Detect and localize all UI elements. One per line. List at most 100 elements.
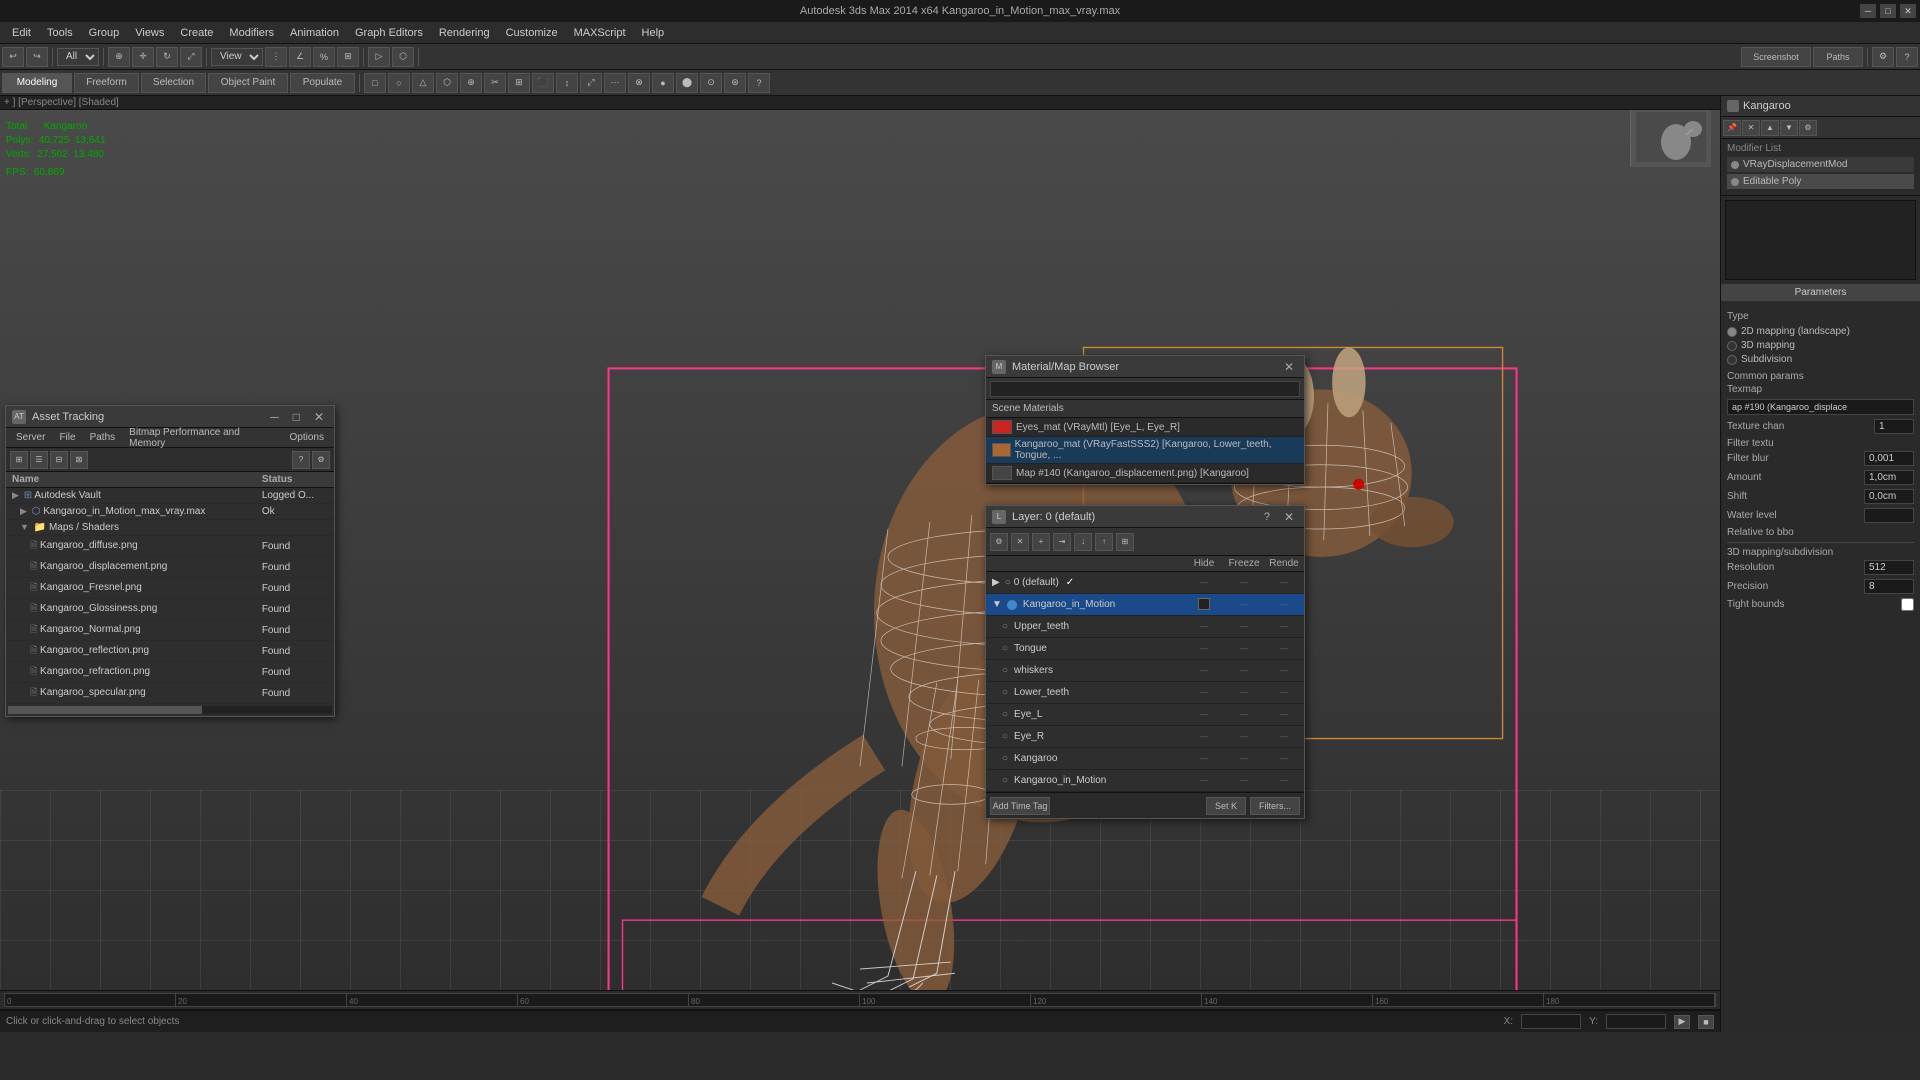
menu-edit[interactable]: Edit (4, 25, 39, 41)
at-tb-2[interactable]: ☰ (30, 451, 48, 469)
help-icon-button[interactable]: ? (1896, 47, 1918, 67)
mb-header[interactable]: M Material/Map Browser ✕ (986, 356, 1304, 378)
model-tool-2[interactable]: ○ (388, 73, 410, 93)
lm-close[interactable]: ✕ (1280, 510, 1298, 524)
lm-tb-settings[interactable]: ⚙ (990, 533, 1008, 551)
settings-button[interactable]: ⚙ (1872, 47, 1894, 67)
lm-row-kangaroo[interactable]: ○ Kangaroo — — — (986, 748, 1304, 770)
at-row-specular[interactable]: 🗎 Kangaroo_specular.png Found (6, 683, 334, 704)
model-tool-11[interactable]: ⋯ (604, 73, 626, 93)
model-tool-3[interactable]: △ (412, 73, 434, 93)
at-scrollbar[interactable] (8, 706, 332, 714)
lm-tb-parent[interactable]: ↑ (1095, 533, 1113, 551)
menu-maxscript[interactable]: MAXScript (566, 25, 634, 41)
model-tool-14[interactable]: ⬤ (676, 73, 698, 93)
lm-tb-delete[interactable]: ✕ (1011, 533, 1029, 551)
mb-item-eyes[interactable]: Eyes_mat (VRayMtl) [Eye_L, Eye_R] (986, 418, 1304, 437)
at-tb-3[interactable]: ⊟ (50, 451, 68, 469)
menu-group[interactable]: Group (81, 25, 128, 41)
mb-search[interactable] (990, 381, 1300, 397)
rotate-button[interactable]: ↻ (156, 47, 178, 67)
lm-footer-add[interactable]: Add Time Tag (990, 797, 1050, 815)
model-tool-4[interactable]: ⬡ (436, 73, 458, 93)
menu-tools[interactable]: Tools (39, 25, 81, 41)
at-row-glossiness[interactable]: 🗎 Kangaroo_Glossiness.png Found (6, 599, 334, 620)
water-level-input[interactable] (1864, 508, 1914, 523)
lm-row-kangaroo-motion[interactable]: ▼ Kangaroo_in_Motion — — (986, 594, 1304, 616)
radio-3d[interactable]: 3D mapping (1727, 340, 1914, 351)
modifier-pin[interactable]: 📌 (1723, 120, 1741, 136)
lm-help[interactable]: ? (1260, 511, 1274, 523)
filter-dropdown[interactable]: All (57, 48, 99, 66)
redo-button[interactable]: ↪ (26, 47, 48, 67)
at-row-displacement[interactable]: 🗎 Kangaroo_displacement.png Found (6, 557, 334, 578)
at-menu-options[interactable]: Options (284, 431, 330, 444)
time-controls-play[interactable]: ▶ (1674, 1015, 1690, 1029)
y-coord-input[interactable] (1606, 1014, 1666, 1029)
modifier-move-down[interactable]: ▼ (1780, 120, 1798, 136)
model-tool-17[interactable]: ? (748, 73, 770, 93)
model-tool-8[interactable]: ⬛ (532, 73, 554, 93)
radio-2d[interactable]: 2D mapping (landscape) (1727, 326, 1914, 337)
minimize-button[interactable]: ─ (1860, 4, 1876, 18)
modifier-delete[interactable]: ✕ (1742, 120, 1760, 136)
x-coord-input[interactable] (1521, 1014, 1581, 1029)
tab-populate[interactable]: Populate (290, 73, 355, 93)
snap-button[interactable]: ⋮ (265, 47, 287, 67)
close-button[interactable]: ✕ (1900, 4, 1916, 18)
model-tool-6[interactable]: ✂ (484, 73, 506, 93)
at-row-refraction[interactable]: 🗎 Kangaroo_refraction.png Found (6, 662, 334, 683)
at-menu-bitmap[interactable]: Bitmap Performance and Memory (123, 426, 281, 450)
lm-row-tongue[interactable]: ○ Tongue — — — (986, 638, 1304, 660)
lm-row-whiskers[interactable]: ○ whiskers — — — (986, 660, 1304, 682)
menu-help[interactable]: Help (634, 25, 673, 41)
at-row-reflection[interactable]: 🗎 Kangaroo_reflection.png Found (6, 641, 334, 662)
angle-snap-button[interactable]: ∠ (289, 47, 311, 67)
tight-bounds-check[interactable] (1901, 598, 1914, 611)
menu-views[interactable]: Views (127, 25, 172, 41)
modifier-move-up[interactable]: ▲ (1761, 120, 1779, 136)
view-dropdown[interactable]: View (211, 48, 263, 66)
time-controls-stop[interactable]: ■ (1698, 1015, 1714, 1029)
filter-blur-input[interactable] (1864, 451, 1914, 466)
menu-animation[interactable]: Animation (282, 25, 347, 41)
lm-row-eye-l[interactable]: ○ Eye_L — — — (986, 704, 1304, 726)
spinner-button[interactable]: ⊞ (337, 47, 359, 67)
at-menu-file[interactable]: File (53, 431, 81, 444)
menu-create[interactable]: Create (172, 25, 221, 41)
lm-footer-filters[interactable]: Filters... (1250, 797, 1300, 815)
model-tool-13[interactable]: ● (652, 73, 674, 93)
maximize-button[interactable]: □ (1880, 4, 1896, 18)
at-row-maxfile[interactable]: ▶ ⬡ Kangaroo_in_Motion_max_vray.max Ok (6, 504, 334, 520)
model-tool-9[interactable]: ↕ (556, 73, 578, 93)
lm-tb-child[interactable]: ↓ (1074, 533, 1092, 551)
render-button[interactable]: ⬡ (392, 47, 414, 67)
model-tool-12[interactable]: ⊗ (628, 73, 650, 93)
lm-row-lower-teeth[interactable]: ○ Lower_teeth — — — (986, 682, 1304, 704)
resolution-input[interactable] (1864, 560, 1914, 575)
at-tb-5[interactable]: ? (292, 451, 310, 469)
at-minimize[interactable]: ─ (266, 410, 283, 424)
screenshot-button[interactable]: Screenshot (1741, 47, 1811, 67)
move-button[interactable]: ✛ (132, 47, 154, 67)
undo-button[interactable]: ↩ (2, 47, 24, 67)
tab-modeling[interactable]: Modeling (2, 73, 72, 93)
timeline-bar[interactable]: 0 20 40 60 80 100 120 140 160 180 (4, 993, 1716, 1007)
lm-row-upper-teeth[interactable]: ○ Upper_teeth — — — (986, 616, 1304, 638)
at-row-diffuse[interactable]: 🗎 Kangaroo_diffuse.png Found (6, 536, 334, 557)
at-tb-1[interactable]: ⊞ (10, 451, 28, 469)
lm-tb-expand[interactable]: ⊞ (1116, 533, 1134, 551)
menu-graph-editors[interactable]: Graph Editors (347, 25, 431, 41)
lm-row-default[interactable]: ▶ ○ 0 (default) ✓ — — — (986, 572, 1304, 594)
model-tool-10[interactable]: ⤢ (580, 73, 602, 93)
at-row-fresnel[interactable]: 🗎 Kangaroo_Fresnel.png Found (6, 578, 334, 599)
model-tool-15[interactable]: ⊙ (700, 73, 722, 93)
km-hide-check[interactable] (1198, 598, 1210, 610)
select-button[interactable]: ⊕ (108, 47, 130, 67)
modifier-vray[interactable]: VRayDisplacementMod (1727, 157, 1914, 172)
at-row-maps[interactable]: ▼ 📁 Maps / Shaders (6, 520, 334, 536)
menu-modifiers[interactable]: Modifiers (221, 25, 282, 41)
at-row-vault[interactable]: ▶ ⊞ Autodesk Vault Logged O... (6, 488, 334, 504)
shift-input[interactable] (1864, 489, 1914, 504)
lm-row-eye-r[interactable]: ○ Eye_R — — — (986, 726, 1304, 748)
